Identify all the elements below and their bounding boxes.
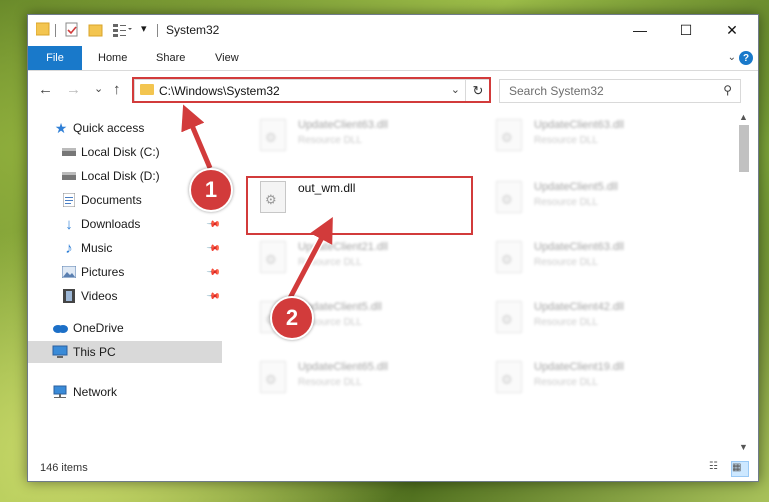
step-1-badge: 1: [189, 168, 233, 212]
arrow-1: [181, 104, 213, 169]
annotation-arrows: [181, 104, 334, 302]
step-2-badge: 2: [270, 296, 314, 340]
arrow-2: [287, 216, 333, 300]
